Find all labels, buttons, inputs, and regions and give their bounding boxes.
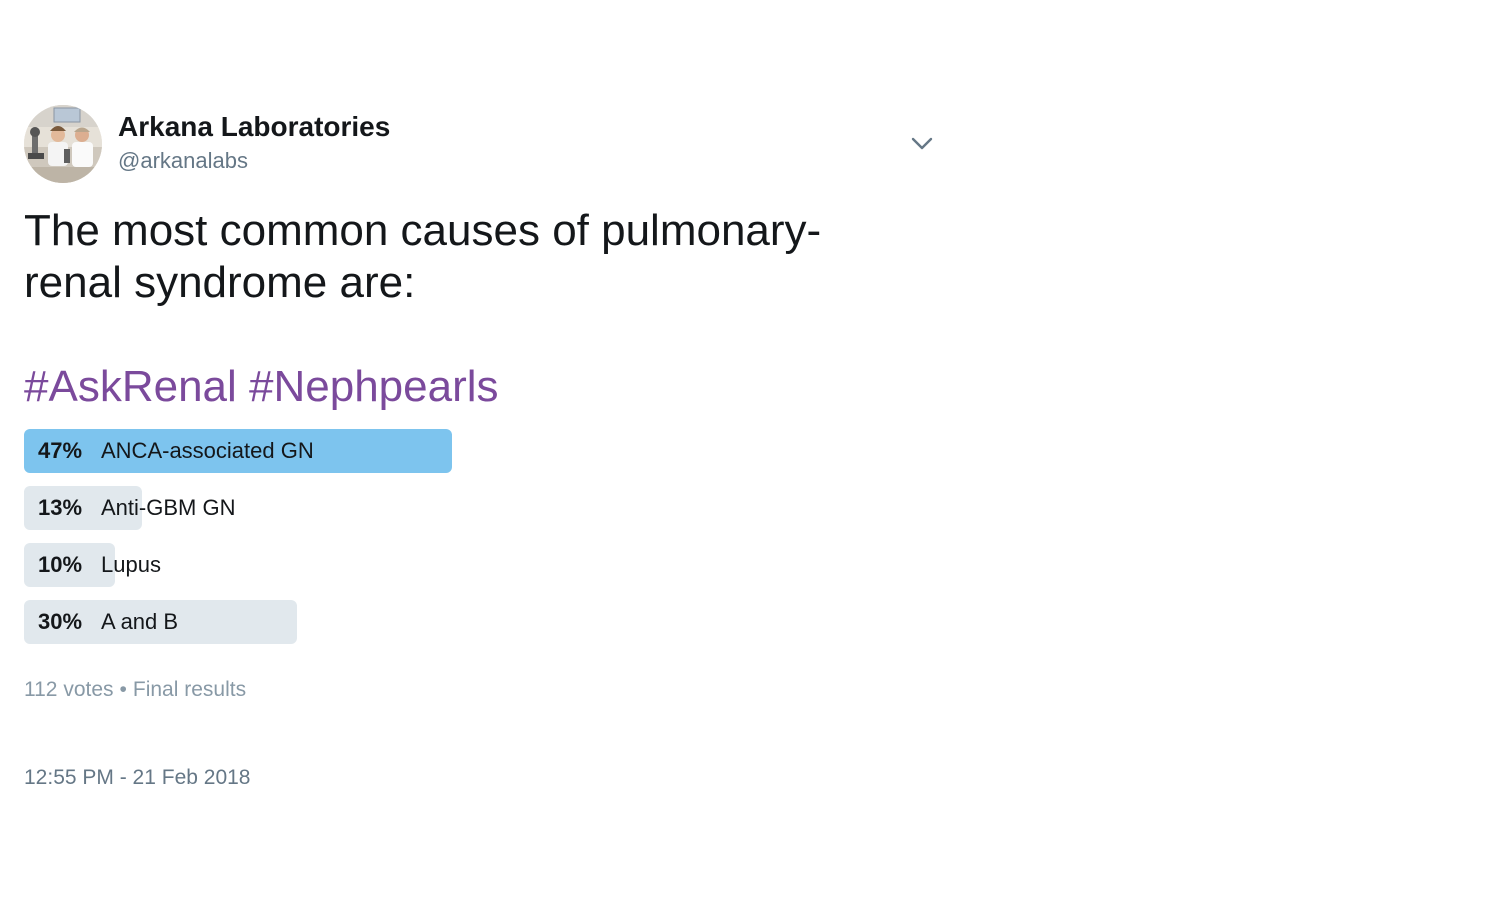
- poll: 47% ANCA-associated GN 13% Anti-GBM GN 1…: [24, 429, 884, 657]
- poll-percent: 30%: [38, 609, 83, 634]
- poll-percent: 10%: [38, 552, 83, 577]
- poll-percent: 47%: [38, 438, 83, 463]
- author-name[interactable]: Arkana Laboratories: [118, 110, 390, 144]
- separator-dot: •: [119, 678, 127, 701]
- avatar[interactable]: [24, 105, 102, 183]
- poll-option-label: A and B: [101, 609, 179, 634]
- hashtag-nephpearls[interactable]: #Nephpearls: [249, 362, 499, 411]
- poll-meta: 112 votes • Final results: [24, 676, 246, 704]
- tweet-text: The most common causes of pulmonary-rena…: [24, 206, 822, 307]
- poll-percent: 13%: [38, 495, 83, 520]
- author-handle[interactable]: @arkanalabs: [118, 147, 248, 175]
- poll-option: 47% ANCA-associated GN: [24, 429, 884, 473]
- poll-option-label: Lupus: [101, 552, 161, 577]
- poll-status: Final results: [132, 678, 247, 701]
- chevron-down-icon[interactable]: [908, 134, 936, 154]
- poll-votes: 112 votes: [24, 678, 114, 701]
- poll-option-label: ANCA-associated GN: [101, 438, 314, 463]
- hashtag-list: #AskRenal #Nephpearls: [24, 361, 499, 413]
- hashtag-askrenal[interactable]: #AskRenal: [24, 362, 237, 411]
- poll-option-label: Anti-GBM GN: [101, 495, 236, 520]
- poll-option: 30% A and B: [24, 600, 884, 644]
- poll-option: 10% Lupus: [24, 543, 884, 587]
- tweet-timestamp[interactable]: 12:55 PM - 21 Feb 2018: [24, 764, 250, 792]
- poll-option: 13% Anti-GBM GN: [24, 486, 884, 530]
- avatar-photo: [24, 105, 102, 183]
